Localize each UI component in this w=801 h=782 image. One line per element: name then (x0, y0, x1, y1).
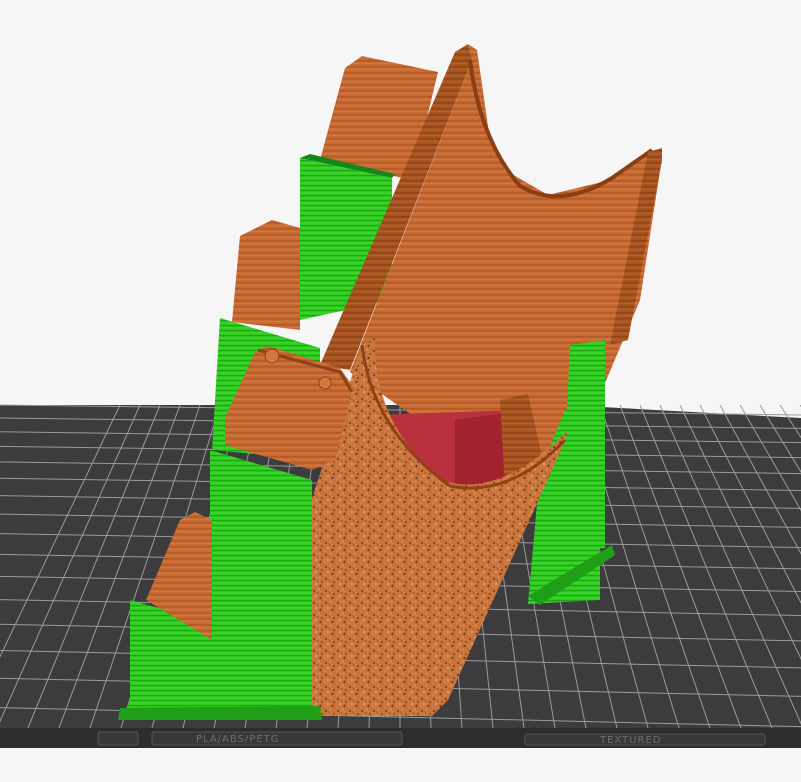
build-plate-label-right: TEXTURED (599, 735, 662, 746)
build-plate-label-left: PLA/ABS/PETG (196, 734, 280, 745)
3d-viewport[interactable]: PLA/ABS/PETG TEXTURED (0, 0, 801, 782)
scene-canvas[interactable]: PLA/ABS/PETG TEXTURED (0, 0, 801, 782)
model-back-tab-mid (232, 220, 300, 330)
